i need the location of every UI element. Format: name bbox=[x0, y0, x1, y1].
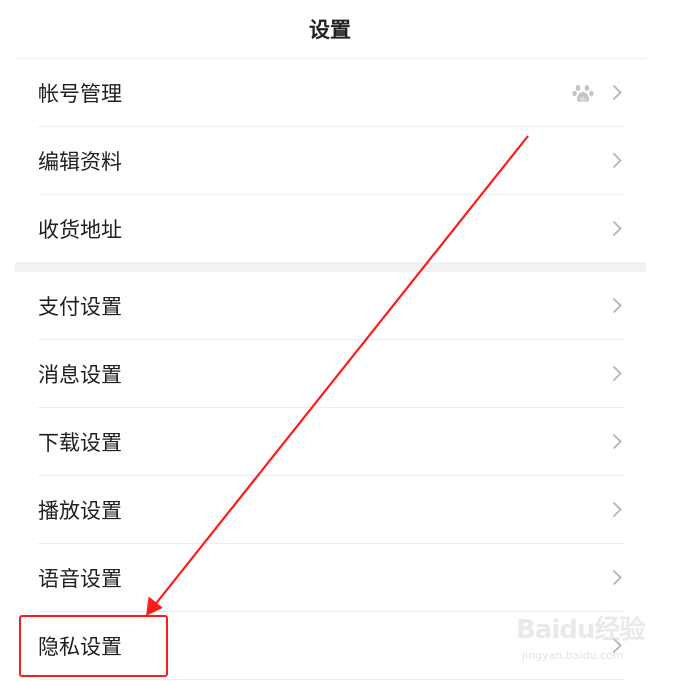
watermark-brand: Baidu经验 bbox=[516, 615, 645, 645]
settings-group-account: 帐号管理 du 编辑资料 收货地址 bbox=[15, 59, 646, 263]
baidu-paw-icon: du bbox=[572, 85, 594, 103]
settings-item-label: 收货地址 bbox=[38, 218, 122, 242]
settings-item-label: 下载设置 bbox=[38, 431, 122, 455]
row-divider bbox=[38, 679, 624, 680]
chevron-right-icon bbox=[612, 152, 622, 169]
settings-item-label: 支付设置 bbox=[38, 295, 122, 319]
section-gap bbox=[15, 262, 646, 272]
settings-item-label: 消息设置 bbox=[38, 363, 122, 387]
settings-item-shipping-address[interactable]: 收货地址 bbox=[15, 195, 646, 263]
watermark-url: jingyan.baidu.com bbox=[522, 649, 624, 662]
chevron-right-icon bbox=[612, 433, 622, 450]
settings-item-edit-profile[interactable]: 编辑资料 bbox=[15, 127, 646, 195]
settings-page: 设置 帐号管理 du 编辑资料 收货地址 支付设置 消息设置 下载设置 播放设置… bbox=[0, 0, 676, 681]
settings-item-notifications[interactable]: 消息设置 bbox=[15, 340, 646, 408]
settings-item-download[interactable]: 下载设置 bbox=[15, 408, 646, 476]
settings-item-label: 语音设置 bbox=[38, 567, 122, 591]
settings-item-label: 帐号管理 bbox=[38, 82, 122, 106]
chevron-right-icon bbox=[612, 501, 622, 518]
svg-text:du: du bbox=[580, 97, 586, 103]
chevron-right-icon bbox=[612, 297, 622, 314]
page-title: 设置 bbox=[309, 18, 351, 42]
settings-item-playback[interactable]: 播放设置 bbox=[15, 476, 646, 544]
chevron-right-icon bbox=[612, 365, 622, 382]
settings-item-account-management[interactable]: 帐号管理 du bbox=[15, 59, 646, 127]
settings-item-label: 播放设置 bbox=[38, 499, 122, 523]
chevron-right-icon bbox=[612, 84, 622, 101]
settings-item-label: 编辑资料 bbox=[38, 150, 122, 174]
settings-item-payment[interactable]: 支付设置 bbox=[15, 272, 646, 340]
settings-item-voice[interactable]: 语音设置 bbox=[15, 544, 646, 612]
chevron-right-icon bbox=[612, 569, 622, 586]
chevron-right-icon bbox=[612, 220, 622, 237]
annotation-highlight-box bbox=[19, 615, 168, 677]
baidu-jingyan-watermark: Baidu经验 jingyan.baidu.com bbox=[516, 603, 666, 673]
